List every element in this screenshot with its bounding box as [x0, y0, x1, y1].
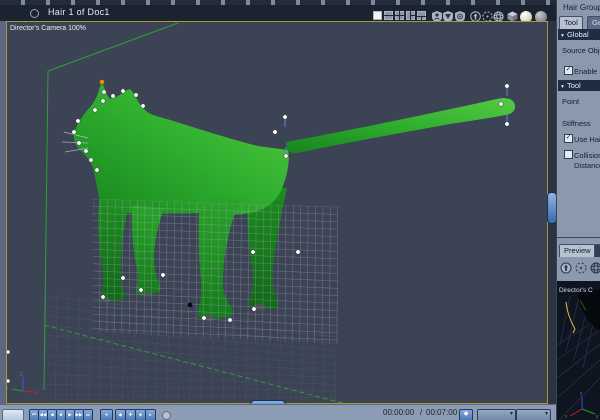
window-dot-icon [30, 9, 39, 18]
control-point[interactable] [133, 92, 139, 98]
gizmo-x-label: x [35, 391, 38, 397]
preview-axis-gizmo: z x y [565, 391, 599, 420]
panel-separator [557, 237, 600, 238]
tab-general-partial[interactable]: Ge [587, 16, 600, 29]
control-point[interactable] [160, 272, 166, 278]
checkmark-icon: ✓ [565, 66, 572, 73]
control-point[interactable] [295, 249, 301, 255]
control-point[interactable] [75, 118, 81, 124]
layout-four-pane-icon[interactable] [395, 11, 404, 20]
gizmo-y-label: y [7, 387, 8, 393]
control-point[interactable] [283, 153, 289, 159]
control-point[interactable] [504, 121, 510, 127]
preview-rotate-icon[interactable] [575, 262, 587, 274]
control-point[interactable] [272, 129, 278, 135]
main-3d-viewport[interactable]: Director's Camera 100% z x [6, 21, 548, 404]
control-point[interactable] [250, 249, 256, 255]
control-point[interactable] [120, 275, 126, 281]
preview-gizmo-x-label: x [565, 414, 568, 420]
tab-partial[interactable] [594, 244, 600, 257]
control-point[interactable] [282, 114, 288, 120]
end-time[interactable]: 00:07:00 [426, 408, 457, 417]
status-dot-icon [162, 411, 171, 420]
control-point[interactable] [120, 88, 126, 94]
edge-control-point[interactable] [7, 349, 11, 355]
collapse-triangle-icon: ▼ [560, 33, 565, 39]
time-unit-dropdown[interactable]: ▾ [477, 409, 516, 420]
control-point[interactable] [71, 129, 77, 135]
edge-control-point[interactable] [7, 378, 11, 384]
axis-gizmo: z x y [7, 372, 38, 397]
control-point[interactable] [138, 287, 144, 293]
control-point[interactable] [227, 317, 233, 323]
preview-canvas[interactable]: z x y Director's C [557, 281, 600, 420]
gizmo-z-label: z [20, 372, 23, 378]
collapse-triangle-icon: ▼ [560, 84, 565, 90]
viewport-title-bar[interactable]: Hair 1 of Doc1 [0, 5, 556, 23]
preview-dolly-icon[interactable] [560, 262, 572, 274]
viewport-canvas[interactable]: z x y [7, 22, 547, 403]
section-tool[interactable]: ▼ Tool [558, 80, 600, 91]
control-point[interactable] [76, 140, 82, 146]
collision-label: Collision [574, 151, 600, 160]
loop-button[interactable]: ● [100, 409, 113, 420]
layout-three-pane-icon[interactable] [406, 11, 415, 20]
section-global[interactable]: ▼ Global [558, 29, 600, 40]
cat-tail[interactable] [286, 98, 516, 154]
use-hair-label: Use Hair [574, 135, 600, 144]
timeline-mode-button[interactable] [2, 409, 24, 420]
control-point[interactable] [110, 93, 116, 99]
control-point[interactable] [140, 103, 146, 109]
window-title: Hair 1 of Doc1 [48, 7, 110, 17]
preview-guide-curve [565, 301, 576, 334]
preview-trackball-icon[interactable] [590, 262, 600, 274]
control-point[interactable] [504, 83, 510, 89]
control-point[interactable] [101, 89, 107, 95]
collision-checkbox[interactable] [564, 150, 573, 159]
frame-rate-dropdown[interactable]: ▾ [516, 409, 551, 420]
layout-mixed-pane-icon[interactable] [417, 11, 426, 20]
preview-gizmo-y-label: y [596, 414, 599, 420]
preview-camera-label: Director's C [559, 287, 593, 294]
selected-control-point[interactable] [99, 79, 105, 85]
control-point[interactable] [100, 98, 106, 104]
point-label: Point [562, 97, 580, 106]
preview-viewport[interactable]: z x y Director's C [557, 281, 600, 420]
layout-single-pane-icon[interactable] [373, 11, 382, 20]
keyframe-next-button[interactable]: ▸ [145, 409, 156, 420]
control-point[interactable] [251, 306, 257, 312]
control-point[interactable] [88, 157, 94, 163]
panel-header: Hair Group [563, 3, 600, 12]
transport-jump-end-button[interactable]: ⏭ [83, 409, 93, 420]
current-time[interactable]: 00:00:00 [383, 408, 414, 417]
tab-tool[interactable]: Tool [559, 16, 583, 29]
control-point[interactable] [201, 315, 207, 321]
application-window: Hair 1 of Doc1 Director's Camera 100% z … [0, 0, 600, 420]
source-object-label: Source Obje [562, 46, 600, 55]
collision-distance-label: Distance [574, 161, 600, 170]
control-point[interactable] [100, 294, 106, 300]
control-point[interactable] [94, 167, 100, 173]
tab-preview[interactable]: Preview [559, 244, 596, 257]
hotpoint[interactable] [187, 302, 193, 308]
enable-checkbox[interactable]: ✓ [564, 66, 573, 75]
control-point[interactable] [92, 107, 98, 113]
layout-two-pane-icon[interactable] [384, 11, 393, 20]
use-hair-checkbox[interactable]: ✓ [564, 134, 573, 143]
time-separator: / [420, 408, 423, 417]
timeline-bar: ⏮ ◀◀ ◀ ■ ▶ ▶▶ ⏭ ● ◆ ✚ ◈ ▸ 00:00:00 / 00:… [0, 404, 556, 420]
control-point[interactable] [498, 101, 504, 107]
keyframe-flag-button[interactable]: ◆ [459, 409, 473, 420]
control-point[interactable] [83, 148, 89, 154]
checkmark-icon: ✓ [565, 134, 572, 141]
stiffness-label: Stiffness [562, 119, 591, 128]
enable-label: Enable Sy [574, 67, 600, 76]
